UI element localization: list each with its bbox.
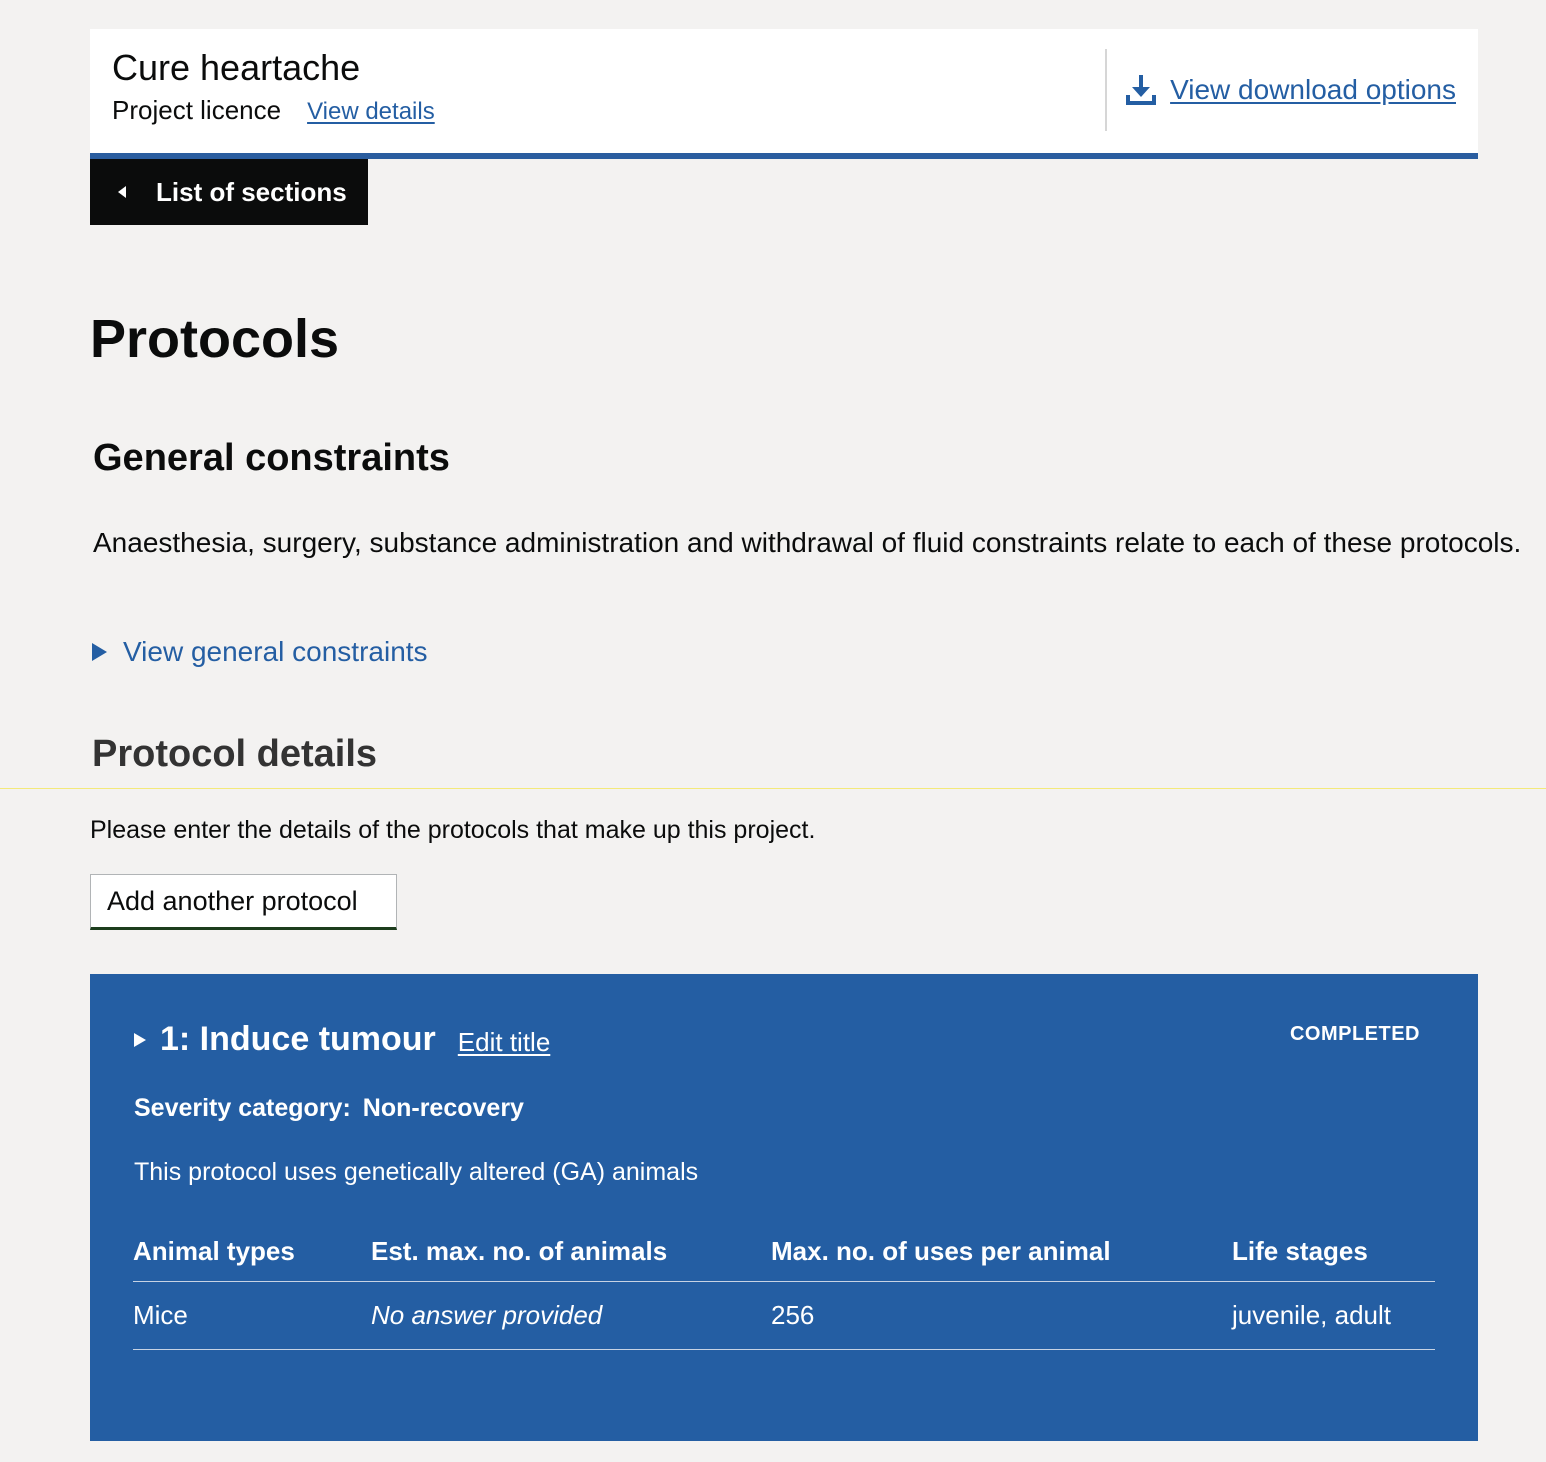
severity-category: Severity category: Non-recovery (134, 1094, 524, 1123)
table-header-row: Animal types Est. max. no. of animals Ma… (133, 1224, 1435, 1282)
column-header: Animal types (133, 1224, 371, 1282)
add-another-protocol-button[interactable]: Add another protocol (90, 874, 397, 930)
protocol-details-text: Please enter the details of the protocol… (90, 816, 816, 844)
protocol-header[interactable]: 1: Induce tumour Edit title (134, 1020, 550, 1059)
table-row: Mice No answer provided 256 juvenile, ad… (133, 1281, 1435, 1350)
download-label: View download options (1170, 74, 1456, 105)
toggle-label: View general constraints (123, 636, 428, 667)
caret-right-icon (134, 1032, 146, 1047)
general-constraints-text: Anaesthesia, surgery, substance administ… (93, 527, 1522, 558)
column-header: Max. no. of uses per animal (771, 1224, 1232, 1282)
download-icon (1126, 75, 1157, 105)
page-title: Protocols (90, 309, 340, 369)
licence-type: Project licence (112, 95, 282, 125)
status-badge: COMPLETED (1289, 1023, 1420, 1045)
project-header: Cure heartache Project licence View deta… (90, 29, 1478, 159)
general-constraints-heading: General constraints (93, 437, 450, 479)
column-header: Est. max. no. of animals (371, 1224, 771, 1282)
table-cell: juvenile, adult (1232, 1281, 1435, 1350)
animals-table: Animal types Est. max. no. of animals Ma… (133, 1224, 1435, 1350)
view-general-constraints-toggle[interactable]: View general constraints (92, 636, 428, 668)
column-header: Life stages (1232, 1224, 1435, 1282)
table-cell: 256 (771, 1281, 1232, 1350)
header-divider (1105, 49, 1107, 131)
caret-right-icon (92, 643, 107, 661)
project-subline: Project licence View details (112, 95, 435, 126)
ga-animals-text: This protocol uses genetically altered (… (134, 1158, 699, 1186)
back-label: List of sections (156, 176, 347, 207)
severity-label: Severity category: (134, 1094, 351, 1122)
project-header-info: Cure heartache Project licence View deta… (112, 47, 435, 126)
protocol-title: 1: Induce tumour (160, 1020, 436, 1058)
edit-title-link[interactable]: Edit title (458, 1027, 551, 1058)
protocol-card: 1: Induce tumour Edit title COMPLETED Se… (90, 974, 1478, 1441)
caret-left-icon (118, 186, 126, 198)
table-cell: Mice (133, 1281, 371, 1350)
list-of-sections-button[interactable]: List of sections (90, 159, 368, 225)
view-download-options-link[interactable]: View download options (1124, 73, 1456, 107)
protocol-details-heading: Protocol details (92, 733, 378, 775)
project-title: Cure heartache (112, 47, 361, 88)
divider-line (0, 788, 1546, 789)
view-details-link[interactable]: View details (307, 98, 435, 126)
severity-value: Non-recovery (362, 1094, 524, 1122)
table-cell: No answer provided (371, 1281, 771, 1350)
